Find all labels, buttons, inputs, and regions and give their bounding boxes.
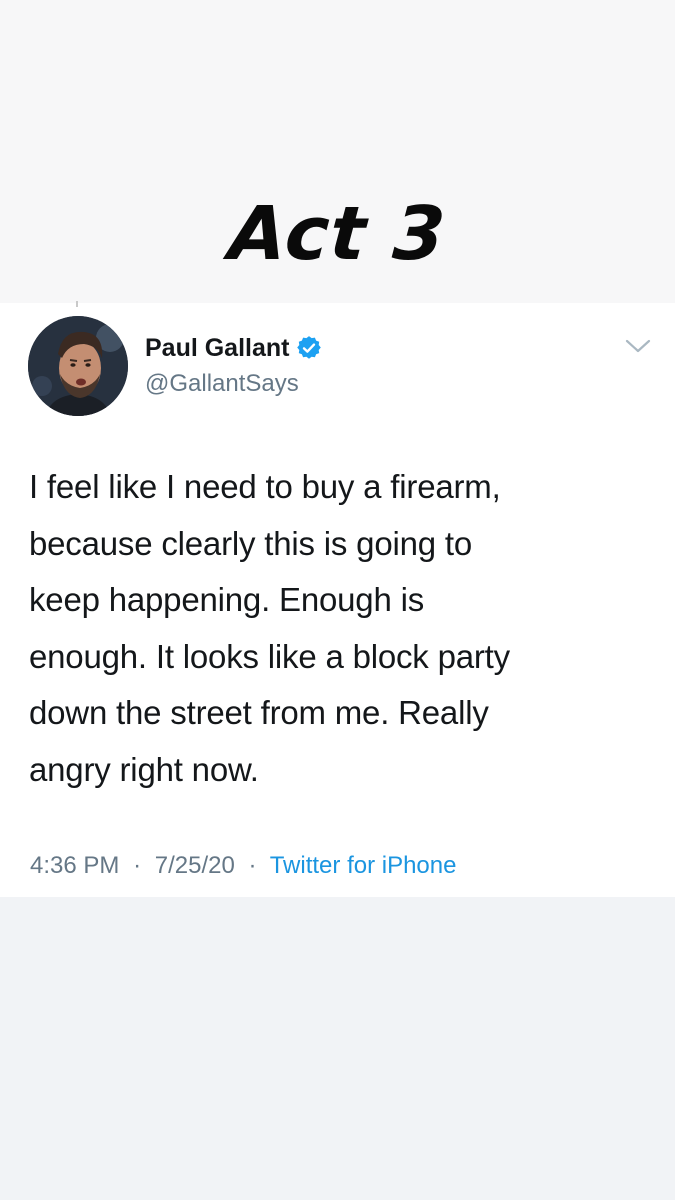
tweet-meta: 4:36 PM · 7/25/20 · Twitter for iPhone xyxy=(30,850,456,882)
meta-separator: · xyxy=(133,852,142,879)
verified-badge-icon xyxy=(297,336,322,359)
chevron-down-icon[interactable] xyxy=(622,332,654,360)
tweet-text-line: because clearly this is going to xyxy=(29,524,473,562)
author-display-name[interactable]: Paul Gallant xyxy=(145,333,289,363)
tweet-text: I feel like I need to buy a firearm, bec… xyxy=(29,459,649,798)
thread-connector xyxy=(76,301,78,307)
tweet-text-line: enough. It looks like a block party xyxy=(29,637,510,675)
author-name-row[interactable]: Paul Gallant xyxy=(145,333,322,363)
meta-separator: · xyxy=(248,852,257,879)
tweet-text-line: down the street from me. Really xyxy=(29,694,489,731)
tweet-text-line: I feel like I need to buy a firearm, xyxy=(29,468,501,505)
tweet-date[interactable]: 7/25/20 xyxy=(155,852,235,879)
story-headline: Act 3 xyxy=(226,191,449,277)
profile-photo xyxy=(28,316,128,416)
tweet-source-link[interactable]: Twitter for iPhone xyxy=(270,852,457,879)
tweet-text-line: angry right now. xyxy=(29,750,259,788)
tweet-text-line: keep happening. Enough is xyxy=(29,581,424,618)
avatar[interactable] xyxy=(28,316,128,416)
tweet-time[interactable]: 4:36 PM xyxy=(30,852,119,879)
author-handle[interactable]: @GallantSays xyxy=(145,369,299,399)
